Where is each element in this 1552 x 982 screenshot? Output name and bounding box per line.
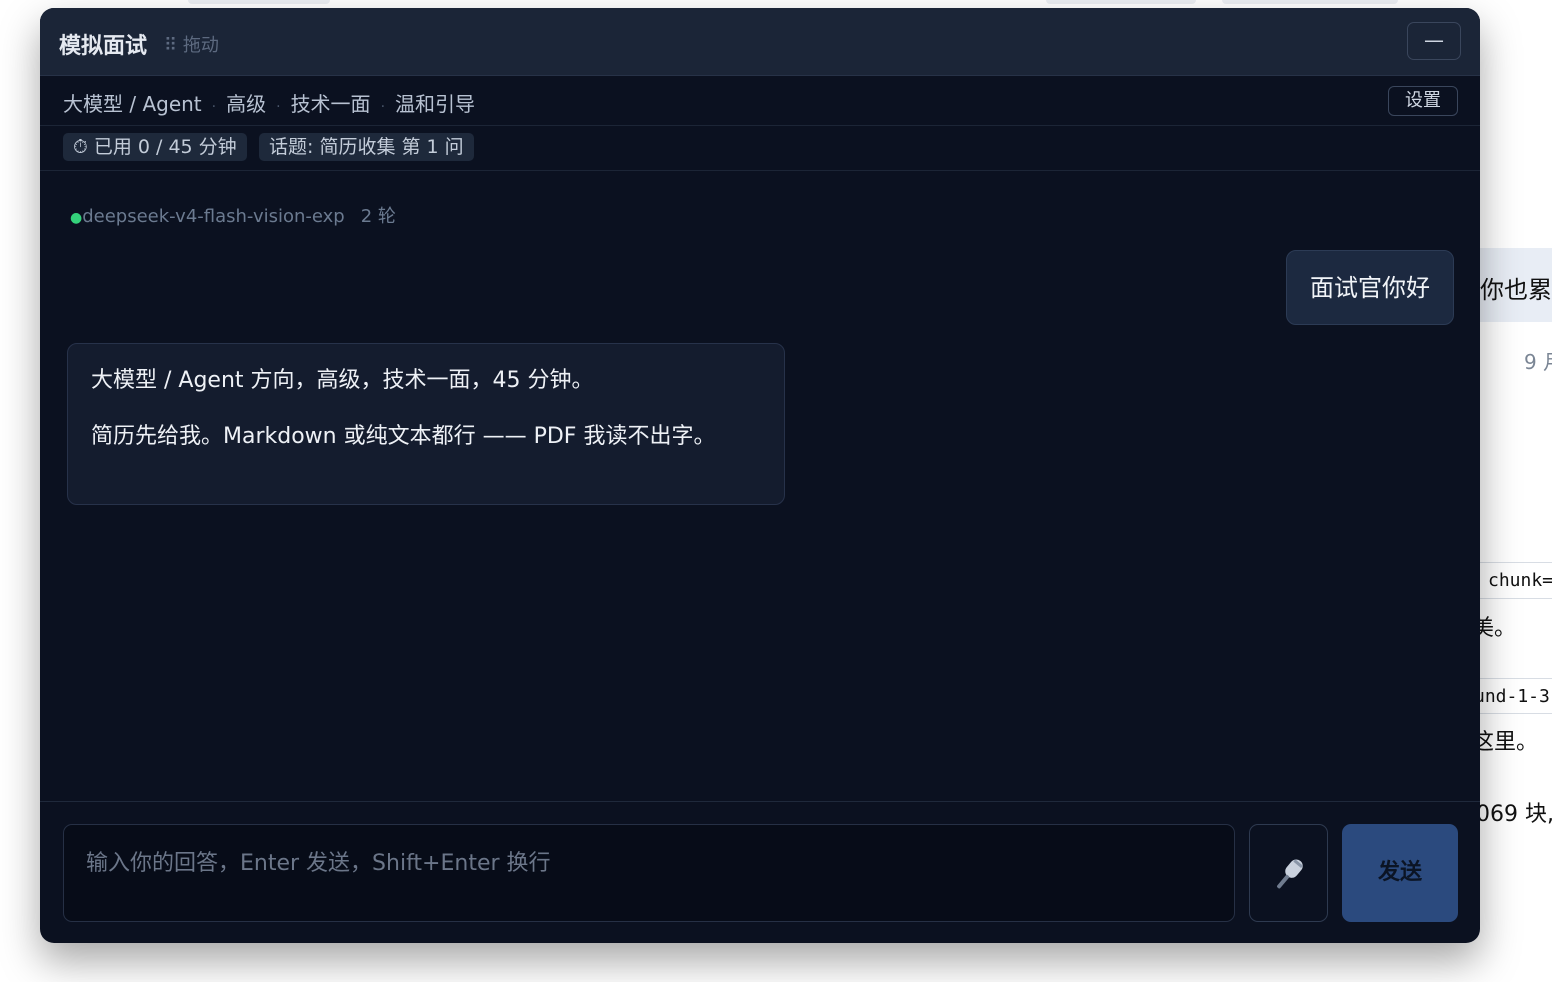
separator: · <box>211 99 217 115</box>
background-rule <box>1480 562 1552 563</box>
settings-button[interactable]: 设置 <box>1388 86 1458 116</box>
separator: · <box>380 99 386 115</box>
background-tab-1 <box>188 0 330 4</box>
background-tab-2 <box>1046 0 1196 4</box>
user-message: 面试官你好 <box>1286 250 1454 325</box>
config-style: 温和引导 <box>395 92 476 116</box>
assistant-message: 大模型 / Agent 方向，高级，技术一面，45 分钟。 简历先给我。Mark… <box>67 343 785 505</box>
background-date: 9 月 <box>1524 350 1552 374</box>
config-round: 技术一面 <box>290 92 371 116</box>
background-bubble-text: 你也累 <box>1480 276 1552 304</box>
drag-handle[interactable]: ⠿ 拖动 <box>164 31 219 57</box>
background-text-line: 美。 <box>1480 616 1517 641</box>
separator: · <box>276 99 281 115</box>
minimize-button[interactable]: — <box>1407 22 1461 60</box>
mic-button[interactable] <box>1249 824 1328 922</box>
background-rule <box>1480 713 1552 714</box>
background-rule <box>1480 678 1552 679</box>
round-count: 2 轮 <box>360 206 396 227</box>
interview-config-bar: 大模型 / Agent · 高级 · 技术一面 · 温和引导 设置 <box>40 76 1480 126</box>
model-info: ●deepseek-v4-flash-vision-exp 2 轮 <box>70 202 396 228</box>
background-page: 你也累 9 月 chunk= 美。 und-1-3 这里。 069 块, <box>1480 0 1552 982</box>
config-level: 高级 <box>226 92 267 116</box>
timer-badge: ⏱ 已用 0 / 45 分钟 <box>63 133 247 161</box>
window-title: 模拟面试 <box>59 34 148 59</box>
topic-badge: 话题: 简历收集 第 1 问 <box>259 133 474 161</box>
config-direction: 大模型 / Agent <box>63 92 202 116</box>
model-name: deepseek-v4-flash-vision-exp <box>82 206 345 227</box>
mock-interview-window: 模拟面试 ⠿ 拖动 — 大模型 / Agent · 高级 · 技术一面 · 温和引导 设置 … <box>40 8 1480 943</box>
microphone-icon <box>1277 859 1303 889</box>
status-bar: ⏱ 已用 0 / 45 分钟 话题: 简历收集 第 1 问 <box>40 126 1480 171</box>
assistant-message-line: 大模型 / Agent 方向，高级，技术一面，45 分钟。 <box>91 368 594 393</box>
background-tab-3 <box>1222 0 1398 4</box>
composer: 发送 <box>40 801 1480 943</box>
background-user-bubble: 你也累 <box>1480 248 1552 322</box>
assistant-message-line: 简历先给我。Markdown 或纯文本都行 —— PDF 我读不出字。 <box>91 424 716 449</box>
answer-input[interactable] <box>63 824 1235 922</box>
background-text-line: 这里。 <box>1480 730 1539 755</box>
status-dot-icon: ● <box>70 210 83 226</box>
background-code-line: und-1-3 <box>1480 686 1550 707</box>
background-rule <box>1480 598 1552 599</box>
background-chunk-code: chunk= <box>1488 570 1552 591</box>
window-titlebar[interactable]: 模拟面试 ⠿ 拖动 — <box>40 8 1480 76</box>
background-text-line: 069 块, <box>1480 802 1552 827</box>
interview-config: 大模型 / Agent · 高级 · 技术一面 · 温和引导 <box>63 88 475 117</box>
send-button[interactable]: 发送 <box>1342 824 1458 922</box>
